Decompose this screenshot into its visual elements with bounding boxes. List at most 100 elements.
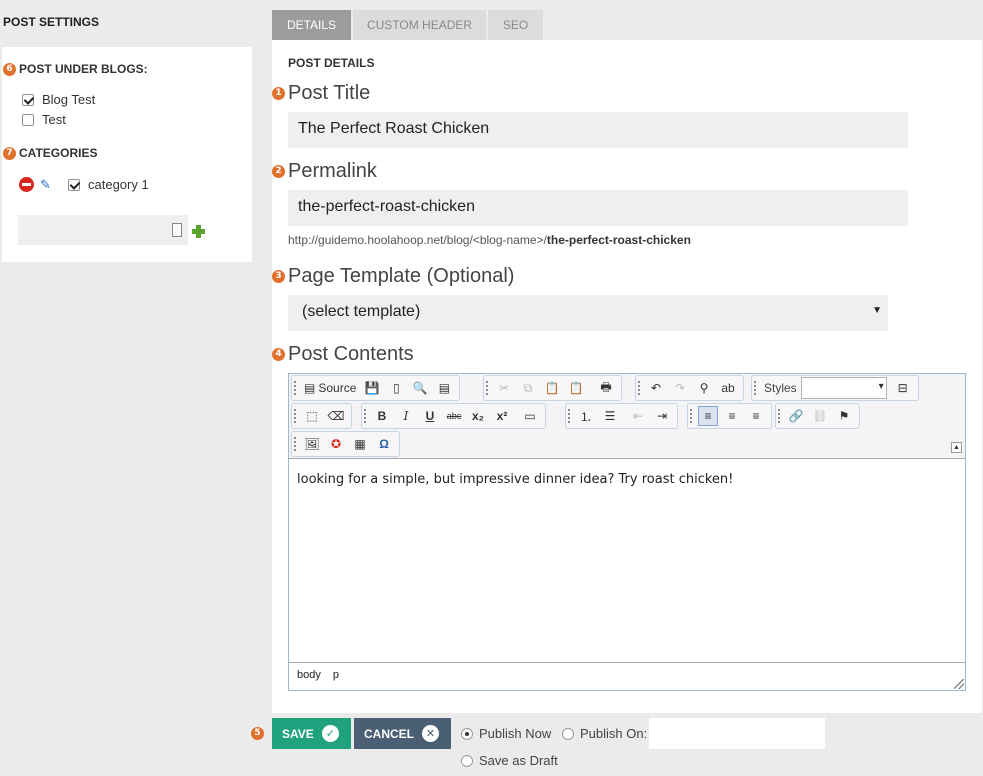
blogs-heading: 6 POST UNDER BLOGS: bbox=[3, 62, 148, 76]
tab-custom-header[interactable]: CUSTOM HEADER bbox=[353, 10, 486, 41]
source-doc-icon: ▤ bbox=[304, 381, 316, 395]
permalink-hint-slug: the-perfect-roast-chicken bbox=[546, 233, 691, 247]
bold-icon[interactable]: B bbox=[372, 406, 392, 426]
special-char-omega-icon[interactable]: Ω bbox=[374, 434, 394, 454]
italic-icon[interactable]: I bbox=[396, 406, 416, 426]
post-title-input[interactable]: The Perfect Roast Chicken bbox=[288, 112, 908, 148]
link-icon[interactable]: 🔗 bbox=[786, 406, 806, 426]
preview-icon[interactable]: 🔍 bbox=[410, 378, 430, 398]
input-helper-icon bbox=[172, 223, 182, 237]
toolbar-group-lists: ⒈ ☰ ⇤ ⇥ bbox=[565, 403, 678, 429]
publish-on-label: Publish On: bbox=[580, 726, 648, 741]
path-p[interactable]: p bbox=[333, 669, 339, 684]
indent-icon[interactable]: ⇥ bbox=[652, 406, 672, 426]
new-category-input[interactable] bbox=[18, 215, 188, 245]
copy-icon[interactable]: ⧉ bbox=[518, 378, 538, 398]
superscript-icon[interactable]: x² bbox=[492, 406, 512, 426]
cancel-label: CANCEL bbox=[364, 726, 414, 741]
publish-on-radio[interactable] bbox=[562, 727, 574, 740]
save-as-draft-option[interactable]: Save as Draft bbox=[461, 753, 558, 768]
category-1-label: category 1 bbox=[88, 177, 149, 192]
category-row: ✎ category 1 bbox=[19, 177, 149, 192]
editor-content[interactable]: looking for a simple, but impressive din… bbox=[297, 472, 733, 487]
anchor-flag-icon[interactable]: ⚑ bbox=[834, 406, 854, 426]
post-title-label-text: Post Title bbox=[288, 82, 371, 104]
publish-on-option[interactable]: Publish On: bbox=[562, 726, 647, 741]
category-1-checkbox[interactable] bbox=[68, 178, 80, 191]
publish-now-radio[interactable] bbox=[461, 727, 473, 740]
paste-icon[interactable]: 📋 bbox=[542, 378, 562, 398]
close-icon: ✕ bbox=[422, 725, 439, 742]
path-body[interactable]: body bbox=[297, 669, 321, 684]
add-category-plus-icon[interactable] bbox=[192, 225, 205, 238]
align-right-icon[interactable]: ≡ bbox=[746, 406, 766, 426]
toolbar-grip-icon bbox=[294, 437, 297, 451]
print-icon[interactable]: 🖶 bbox=[596, 378, 616, 398]
toolbar-group-document: ▤ Source 💾 ▯ 🔍 ▤ bbox=[291, 375, 461, 401]
step-badge-4: 4 bbox=[272, 348, 285, 361]
align-center-icon[interactable]: ≡ bbox=[722, 406, 742, 426]
tab-seo[interactable]: SEO bbox=[488, 10, 543, 41]
subscript-icon[interactable]: x₂ bbox=[468, 406, 488, 426]
underline-icon[interactable]: U bbox=[420, 406, 440, 426]
resize-grip-icon[interactable] bbox=[954, 679, 964, 689]
save-button[interactable]: SAVE ✓ bbox=[272, 718, 351, 749]
delete-category-icon[interactable] bbox=[19, 177, 34, 192]
permalink-label: 2 Permalink bbox=[272, 160, 377, 183]
permalink-input[interactable]: the-perfect-roast-chicken bbox=[288, 190, 908, 226]
styles-dropdown[interactable] bbox=[800, 377, 887, 399]
eraser-icon[interactable]: ⌫ bbox=[326, 406, 346, 426]
toolbar-group-select: ⬚ ⌫ bbox=[291, 403, 352, 429]
cancel-button[interactable]: CANCEL ✕ bbox=[354, 718, 451, 749]
source-button[interactable]: ▤ Source bbox=[302, 378, 358, 398]
strikethrough-icon[interactable]: abc bbox=[444, 406, 464, 426]
find-icon[interactable]: ⚲ bbox=[694, 378, 714, 398]
tab-details[interactable]: DETAILS bbox=[272, 10, 351, 41]
select-all-icon[interactable]: ⬚ bbox=[302, 406, 322, 426]
toolbar-group-links: 🔗 ⛓ ⚑ bbox=[775, 403, 860, 429]
horizontal-rule-icon[interactable]: ▭ bbox=[520, 406, 540, 426]
outdent-icon[interactable]: ⇤ bbox=[628, 406, 648, 426]
step-badge-3: 3 bbox=[272, 270, 285, 283]
toolbar-grip-icon bbox=[638, 381, 641, 395]
save-label: SAVE bbox=[282, 726, 314, 741]
save-as-draft-radio[interactable] bbox=[461, 754, 473, 767]
save-doc-icon[interactable]: 💾 bbox=[362, 378, 382, 398]
cut-icon[interactable]: ✂ bbox=[494, 378, 514, 398]
save-as-draft-label: Save as Draft bbox=[479, 753, 558, 768]
blog-test-checkbox[interactable] bbox=[22, 93, 34, 106]
table-icon[interactable]: ▦ bbox=[350, 434, 370, 454]
page-template-label: 3 Page Template (Optional) bbox=[272, 265, 514, 288]
toolbar-group-clipboard: ✂ ⧉ 📋 📋 🖶 bbox=[483, 375, 622, 401]
publish-date-input[interactable] bbox=[649, 718, 825, 749]
flash-icon[interactable]: ✪ bbox=[326, 434, 346, 454]
test-checkbox[interactable] bbox=[22, 113, 34, 126]
replace-icon[interactable]: ab bbox=[718, 378, 738, 398]
toolbar-grip-icon bbox=[486, 381, 489, 395]
paste-text-icon[interactable]: 📋 bbox=[566, 378, 586, 398]
numbered-list-icon[interactable]: ⒈ bbox=[576, 406, 596, 426]
align-left-icon[interactable]: ≡ bbox=[698, 406, 718, 426]
publish-now-option[interactable]: Publish Now bbox=[461, 726, 551, 741]
redo-icon[interactable]: ↷ bbox=[670, 378, 690, 398]
templates-icon[interactable]: ▤ bbox=[434, 378, 454, 398]
editor-statusbar: body p bbox=[289, 662, 965, 690]
blog-option-test[interactable]: Test bbox=[22, 112, 66, 127]
image-icon[interactable]: 🖼 bbox=[302, 434, 322, 454]
page-template-select[interactable]: (select template) ▼ bbox=[288, 295, 888, 331]
page-template-label-text: Page Template (Optional) bbox=[288, 265, 515, 287]
edit-pencil-icon[interactable]: ✎ bbox=[40, 177, 54, 192]
permalink-hint-prefix: http://guidemo.hoolahoop.net/blog/<blog-… bbox=[288, 233, 547, 247]
unlink-icon[interactable]: ⛓ bbox=[810, 406, 830, 426]
toolbar-grip-icon bbox=[568, 409, 571, 423]
blog-test-label: Blog Test bbox=[42, 92, 96, 107]
rich-text-editor: ▤ Source 💾 ▯ 🔍 ▤ ✂ ⧉ 📋 📋 🖶 ↶ ↷ ⚲ ab Styl… bbox=[288, 373, 966, 691]
new-page-icon[interactable]: ▯ bbox=[386, 378, 406, 398]
page-break-icon[interactable]: ⊟ bbox=[893, 378, 913, 398]
page-template-selected: (select template) bbox=[302, 303, 421, 320]
collapse-toolbar-icon[interactable]: ▲ bbox=[951, 442, 962, 453]
blog-option-blog-test[interactable]: Blog Test bbox=[22, 92, 95, 107]
bulleted-list-icon[interactable]: ☰ bbox=[600, 406, 620, 426]
undo-icon[interactable]: ↶ bbox=[646, 378, 666, 398]
toolbar-grip-icon bbox=[364, 409, 367, 423]
